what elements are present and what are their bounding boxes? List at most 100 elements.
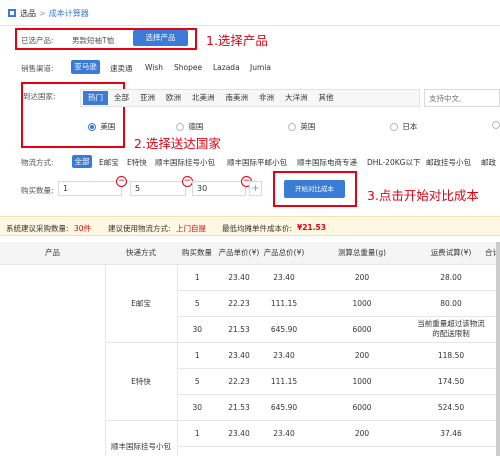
channel-lazada[interactable]: Lazada	[213, 63, 240, 72]
table-header-row: 产品 快递方式 购买数量 产品单价(¥) 产品总价(¥) 测算总重量(g) 运费…	[0, 242, 500, 265]
product-value: 男款短袖T恤	[72, 36, 115, 45]
country-search-input[interactable]	[424, 89, 500, 107]
unit-price-cell: 22.23	[217, 290, 261, 317]
tab-europe[interactable]: 欧洲	[161, 91, 186, 105]
weight-cell: 200	[307, 264, 417, 291]
weight-cell: 1000	[307, 290, 417, 317]
product-cell	[0, 264, 106, 456]
product-label: 已选产品:	[21, 36, 54, 45]
channel-wish[interactable]: Wish	[145, 63, 163, 72]
logistics-eub[interactable]: E邮宝	[99, 157, 119, 168]
freight-cell: 131.30	[417, 446, 485, 456]
unit-price-cell: 23.40	[217, 420, 261, 447]
vertical-scrollbar[interactable]	[496, 242, 500, 456]
qty-cell: 5	[177, 368, 217, 395]
tab-other[interactable]: 其他	[314, 91, 339, 105]
logistics-sf-registered[interactable]: 顺丰国际挂号小包	[155, 157, 215, 168]
freight-cell: 524.50	[417, 394, 485, 421]
total-price-cell: 23.40	[261, 264, 307, 291]
freight-cell: 118.50	[417, 342, 485, 369]
qty-cell: 5	[177, 446, 217, 456]
freight-cell: 80.00	[417, 290, 485, 317]
weight-cell: 1000	[307, 368, 417, 395]
tab-popular[interactable]: 热门	[83, 91, 108, 105]
channel-amazon[interactable]: 亚马逊	[71, 60, 100, 74]
col-qty: 购买数量	[177, 242, 217, 265]
qty-cell: 1	[177, 420, 217, 447]
home-icon	[8, 9, 16, 17]
unit-price-cell: 23.40	[217, 342, 261, 369]
radio-icon	[288, 123, 296, 131]
qty-cell: 30	[177, 394, 217, 421]
breadcrumb-current: 成本计算器	[48, 9, 89, 18]
freight-warning: 当前重量超过该物流的配送限制	[417, 316, 485, 343]
channel-shopee[interactable]: Shopee	[174, 63, 202, 72]
channel-label: 销售渠道:	[21, 64, 54, 73]
country-radio-uk[interactable]: 英国	[288, 121, 315, 132]
tab-oceania[interactable]: 大洋洲	[280, 91, 313, 105]
weight-cell: 200	[307, 342, 417, 369]
breadcrumb: 选品 > 成本计算器	[20, 8, 89, 19]
country-radio-label: 美国	[100, 122, 116, 131]
country-radio-label: 德国	[188, 122, 204, 131]
tab-all[interactable]: 全部	[109, 91, 134, 105]
country-radio-jp[interactable]: 日本	[390, 121, 417, 132]
select-product-button[interactable]: 选择产品	[133, 30, 188, 46]
country-radio-label: 英国	[300, 122, 316, 131]
logistics-ems[interactable]: E特快	[127, 157, 147, 168]
total-price-cell: 23.40	[261, 342, 307, 369]
quantity-input-3[interactable]: 30	[192, 181, 246, 196]
qty-cell: 30	[177, 316, 217, 343]
remove-quantity-button[interactable]: −	[116, 176, 127, 187]
purchase-label: 购买数量:	[21, 186, 54, 195]
total-price-cell: 645.90	[261, 394, 307, 421]
breadcrumb-separator: >	[39, 9, 46, 18]
radio-icon	[390, 123, 398, 131]
annotation-step2: 2.选择送达国家	[134, 136, 221, 151]
logistics-sf-express[interactable]: 顺丰国际电商专递	[297, 157, 357, 168]
quantity-input-2[interactable]: 5	[130, 181, 186, 196]
radio-icon	[176, 123, 184, 131]
weight-cell: 1000	[307, 446, 417, 456]
channel-jumia[interactable]: Jumia	[250, 63, 271, 72]
col-total-price: 产品总价(¥)	[261, 242, 307, 265]
table-row: E邮宝 1 23.40 23.40 200 28.00	[0, 264, 500, 456]
country-label: 到达国家:	[23, 92, 56, 101]
suggest-logistics-label: 建议使用物流方式:	[108, 224, 171, 233]
tab-north-america[interactable]: 北美洲	[187, 91, 220, 105]
tab-south-america[interactable]: 南美洲	[221, 91, 254, 105]
qty-cell: 1	[177, 342, 217, 369]
channel-aliexpress[interactable]: 速卖通	[110, 63, 133, 74]
min-cost-value: ¥21.53	[297, 223, 326, 232]
unit-price-cell: 21.53	[217, 394, 261, 421]
logistics-label: 物流方式:	[21, 158, 54, 167]
total-price-cell: 111.15	[261, 446, 307, 456]
logistics-post[interactable]: 邮政	[481, 157, 496, 168]
total-price-cell: 23.40	[261, 420, 307, 447]
quantity-input-1[interactable]: 1	[58, 181, 122, 196]
unit-price-cell: 23.40	[217, 264, 261, 291]
annotation-step1: 1.选择产品	[206, 33, 268, 48]
logistics-all[interactable]: 全部	[72, 155, 92, 168]
unit-price-cell: 21.53	[217, 316, 261, 343]
country-radio-us[interactable]: 美国	[88, 121, 115, 132]
compare-cost-button[interactable]: 开始对比成本	[284, 180, 345, 198]
top-bar: 选品 > 成本计算器	[0, 0, 500, 26]
radio-icon[interactable]	[492, 121, 500, 129]
country-radio-de[interactable]: 德国	[176, 121, 203, 132]
suggest-logistics-value: 上门自提	[176, 224, 206, 233]
logistics-sf-surface[interactable]: 顺丰国际平邮小包	[227, 157, 287, 168]
breadcrumb-root[interactable]: 选品	[20, 9, 36, 18]
qty-cell: 1	[177, 264, 217, 291]
total-price-cell: 111.15	[261, 290, 307, 317]
add-quantity-button[interactable]: +	[249, 181, 262, 196]
logistics-post-registered[interactable]: 邮政挂号小包	[426, 157, 471, 168]
cost-table: 产品 快递方式 购买数量 产品单价(¥) 产品总价(¥) 测算总重量(g) 运费…	[0, 242, 500, 456]
logistics-dhl[interactable]: DHL-20KG以下	[367, 157, 420, 168]
tab-africa[interactable]: 非洲	[254, 91, 279, 105]
summary-bar: 系统建议采购数量: 30件 建议使用物流方式: 上门自提 最低均摊单件成本价: …	[0, 216, 500, 236]
total-price-cell: 645.90	[261, 316, 307, 343]
col-method: 快递方式	[105, 242, 177, 265]
tab-asia[interactable]: 亚洲	[135, 91, 160, 105]
weight-cell: 6000	[307, 316, 417, 343]
